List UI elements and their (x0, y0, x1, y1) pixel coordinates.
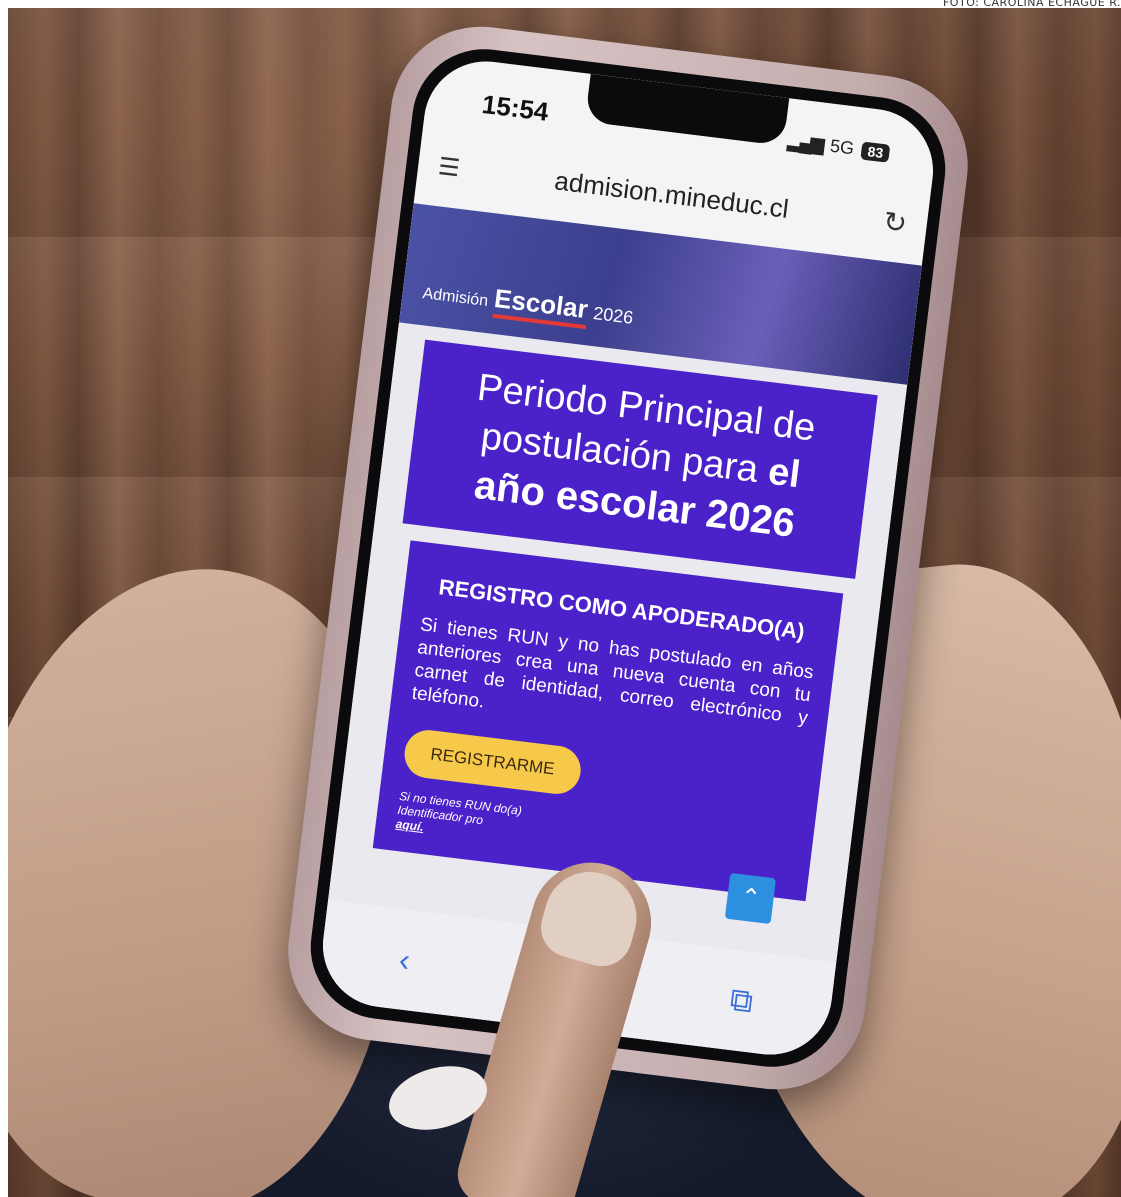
notch (584, 73, 790, 146)
logo-part-escolar: Escolar (492, 282, 590, 330)
signal-icon: ▂▄▆ (786, 130, 824, 155)
note-link[interactable]: aquí. (395, 816, 425, 833)
reader-icon[interactable]: ☰ (437, 152, 462, 183)
url-text[interactable]: admision.mineduc.cl (553, 165, 790, 224)
website-content: Admisión Escolar 2026 Periodo Principal … (328, 203, 922, 963)
status-indicators: ▂▄▆ 5G 83 (787, 130, 891, 163)
chevron-up-icon: ⌃ (738, 883, 763, 913)
back-icon[interactable]: ‹ (397, 941, 412, 979)
site-logo[interactable]: Admisión Escolar 2026 (421, 274, 635, 335)
network-label: 5G (828, 135, 856, 159)
hero-block: Periodo Principal de postulación para el… (402, 339, 878, 579)
scroll-top-button[interactable]: ⌃ (724, 872, 777, 925)
logo-part-admision: Admisión (421, 285, 490, 310)
tabs-icon[interactable]: ⧉ (728, 981, 755, 1022)
hero-line-2b: el (765, 450, 803, 496)
note-end: do(a) (493, 800, 523, 818)
register-card: REGISTRO COMO APODERADO(A) Si tienes RUN… (372, 540, 844, 901)
logo-part-year: 2026 (592, 303, 635, 328)
thumbnail (533, 861, 648, 974)
status-time: 15:54 (480, 88, 551, 127)
register-button[interactable]: REGISTRARME (401, 726, 584, 797)
photo: 15:54 ▂▄▆ 5G 83 ☰ admision.mineduc.cl ↻ … (8, 8, 1121, 1197)
battery-icon: 83 (860, 141, 891, 163)
reload-icon[interactable]: ↻ (882, 204, 909, 240)
